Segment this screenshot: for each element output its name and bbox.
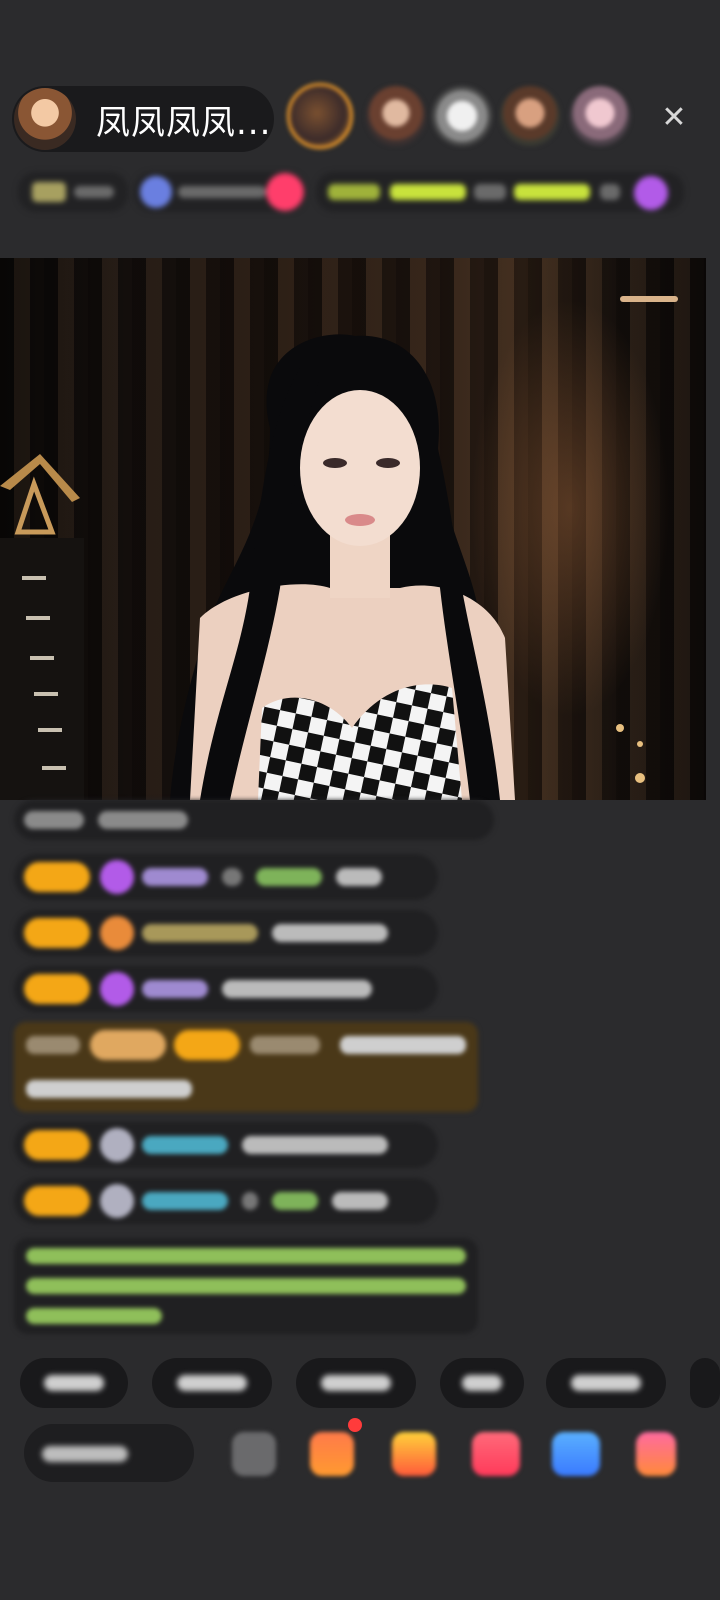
live-video-stream[interactable] [0, 258, 706, 800]
system-notice-message [14, 1238, 478, 1334]
quick-reply-chip-5[interactable] [546, 1358, 666, 1408]
host-name: 凤凤凤凤... [96, 102, 272, 143]
top-viewer-avatar-1[interactable] [287, 83, 353, 149]
more-grid-icon[interactable] [636, 1432, 676, 1476]
keyboard-icon[interactable] [232, 1432, 276, 1476]
top-viewer-avatar-5[interactable] [570, 86, 630, 146]
highlighted-chat-message [14, 1022, 478, 1112]
ranking-ticker[interactable] [316, 172, 684, 212]
top-viewer-avatar-2[interactable] [366, 86, 426, 146]
chat-message [14, 1122, 438, 1168]
quick-reply-chip-2[interactable] [152, 1358, 272, 1408]
host-avatar[interactable] [14, 88, 76, 150]
chat-message [14, 910, 438, 956]
quick-reply-chip-1[interactable] [20, 1358, 128, 1408]
chat-message [14, 800, 494, 840]
notification-dot [348, 1418, 362, 1432]
top-viewer-avatar-4[interactable] [500, 86, 560, 146]
quick-reply-chip-6[interactable] [690, 1358, 720, 1408]
chat-message [14, 854, 438, 900]
chat-message [14, 1178, 438, 1224]
heart-gift-icon[interactable] [472, 1432, 520, 1476]
gift-box-icon[interactable] [310, 1432, 354, 1476]
quick-reply-chip-4[interactable] [440, 1358, 524, 1408]
game-controller-icon[interactable] [552, 1432, 600, 1476]
top-viewer-avatar-3[interactable] [432, 86, 492, 146]
rank-badge[interactable] [18, 172, 128, 212]
streamer-figure [0, 296, 678, 800]
chat-input[interactable] [24, 1424, 194, 1482]
close-icon[interactable]: ✕ [656, 100, 692, 136]
host-info-pill[interactable]: 凤凤凤凤... [12, 86, 274, 152]
quick-reply-chip-3[interactable] [296, 1358, 416, 1408]
chat-message [14, 966, 438, 1012]
treasure-icon[interactable] [392, 1432, 436, 1476]
fans-club-badge[interactable] [134, 172, 306, 212]
